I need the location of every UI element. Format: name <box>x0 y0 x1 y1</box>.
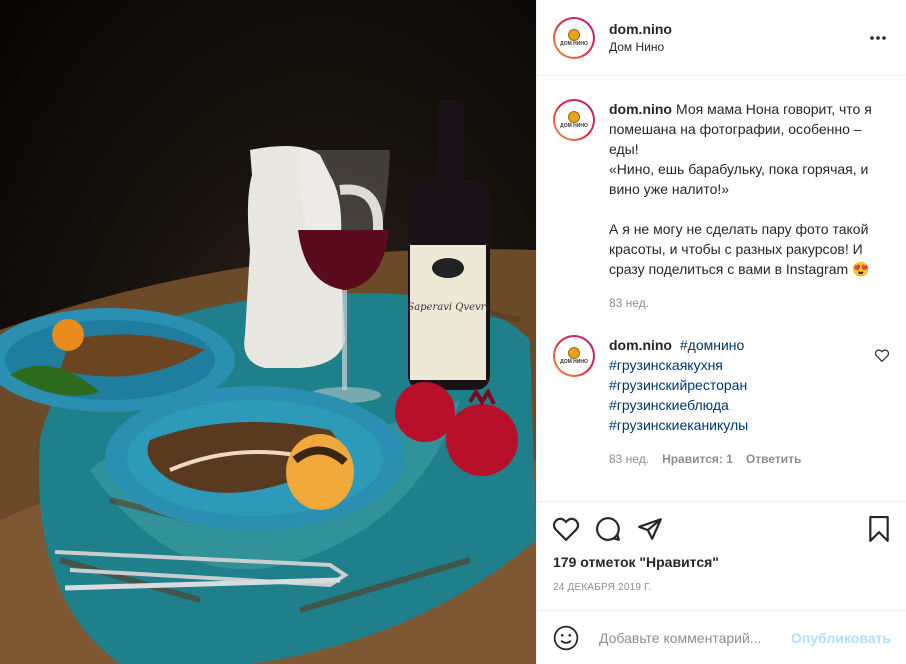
instagram-post: Saperavi Qvevri ДОМ НИНО dom.nino Дом Ни… <box>0 0 906 664</box>
hashtag-link[interactable]: #грузинскиеканикулы <box>609 415 863 435</box>
caption-text-wrap: dom.nino Моя мама Нона говорит, что я пом… <box>609 99 891 279</box>
header-username[interactable]: dom.nino <box>609 21 866 37</box>
comment-meta: 83 нед. Нравится: 1 Ответить <box>609 449 863 469</box>
logo-sun-icon <box>568 111 580 123</box>
avatar[interactable]: ДОМ НИНО <box>553 99 595 141</box>
comments-list[interactable]: ДОМ НИНО dom.nino Моя мама Нона говорит, … <box>537 77 906 501</box>
caption-body: dom.nino Моя мама Нона говорит, что я пом… <box>609 99 891 313</box>
logo-text: ДОМ НИНО <box>560 123 588 129</box>
logo-text: ДОМ НИНО <box>560 359 588 365</box>
caption-username[interactable]: dom.nino <box>609 101 672 117</box>
hashtag-link[interactable]: #грузинскиеблюда <box>609 395 863 415</box>
action-icons <box>537 502 906 558</box>
comment-text: dom.nino #домнино #грузинскаякухня #груз… <box>609 335 863 435</box>
pomegranate-left <box>395 382 455 442</box>
food-photo-illustration: Saperavi Qvevri <box>0 100 536 664</box>
post-date[interactable]: 24 ДЕКАБРЯ 2019 Г. <box>537 582 906 593</box>
reply-button[interactable]: Ответить <box>746 449 801 469</box>
post-header: ДОМ НИНО dom.nino Дом Нино <box>537 0 906 76</box>
comment-like-heart-icon[interactable] <box>874 349 891 365</box>
heart-icon[interactable] <box>552 517 580 544</box>
hashtag-link[interactable]: #грузинскийресторан <box>609 375 863 395</box>
caption-comment: ДОМ НИНО dom.nino Моя мама Нона говорит, … <box>537 77 906 313</box>
likes-count[interactable]: 179 отметок "Нравится" <box>537 554 906 570</box>
pomegranate-right <box>446 404 518 476</box>
comment-icon[interactable] <box>595 516 621 545</box>
hashtag-link[interactable]: #домнино <box>680 337 744 353</box>
avatar-ring: ДОМ НИНО <box>555 18 593 57</box>
add-comment-bar: Добавьте комментарий... Опубликовать <box>537 610 906 664</box>
publish-button[interactable]: Опубликовать <box>791 630 891 646</box>
hashtag-link[interactable]: #грузинскаякухня <box>609 355 863 375</box>
glass-stem <box>342 290 347 390</box>
comment-body: dom.nino #домнино #грузинскаякухня #груз… <box>609 335 863 469</box>
avatar[interactable]: ДОМ НИНО <box>553 335 595 377</box>
caption-time[interactable]: 83 нед. <box>609 293 649 313</box>
avatar-logo: ДОМ НИНО <box>558 104 590 136</box>
bottle-neck <box>438 100 464 190</box>
comment-input[interactable]: Добавьте комментарий... <box>599 630 791 646</box>
post-actions: 179 отметок "Нравится" 24 ДЕКАБРЯ 2019 Г… <box>537 501 906 593</box>
header-text: dom.nino Дом Нино <box>609 21 866 54</box>
avatar-logo: ДОМ НИНО <box>558 340 590 372</box>
comment-likes[interactable]: Нравится: 1 <box>662 449 733 469</box>
post-side-panel: ДОМ НИНО dom.nino Дом Нино ДОМ НИНО dom.… <box>536 0 906 664</box>
caption-meta: 83 нед. <box>609 293 891 313</box>
logo-sun-icon <box>568 28 580 41</box>
label-sheep <box>432 258 464 278</box>
avatar-logo: ДОМ НИНО <box>558 21 590 54</box>
caption-text: Моя мама Нона говорит, что я помешана на… <box>609 101 872 277</box>
comment-time[interactable]: 83 нед. <box>609 449 649 469</box>
wine-label-text: Saperavi Qvevri <box>407 302 488 313</box>
header-location[interactable]: Дом Нино <box>609 40 866 54</box>
logo-sun-icon <box>568 347 580 359</box>
avatar-ring: ДОМ НИНО <box>555 101 593 139</box>
more-icon[interactable] <box>866 26 890 50</box>
logo-text: ДОМ НИНО <box>560 40 588 47</box>
hashtag-comment: ДОМ НИНО dom.nino #домнино #грузинскаяку… <box>537 313 906 469</box>
smile-icon[interactable] <box>553 625 579 651</box>
share-icon[interactable] <box>637 517 663 544</box>
grilled-orange <box>286 434 354 510</box>
bookmark-icon[interactable] <box>867 515 891 545</box>
comment-username[interactable]: dom.nino <box>609 337 672 353</box>
post-photo[interactable]: Saperavi Qvevri <box>0 0 536 664</box>
avatar[interactable]: ДОМ НИНО <box>553 16 595 59</box>
avatar-ring: ДОМ НИНО <box>555 337 593 375</box>
back-plate-orange <box>52 319 84 351</box>
